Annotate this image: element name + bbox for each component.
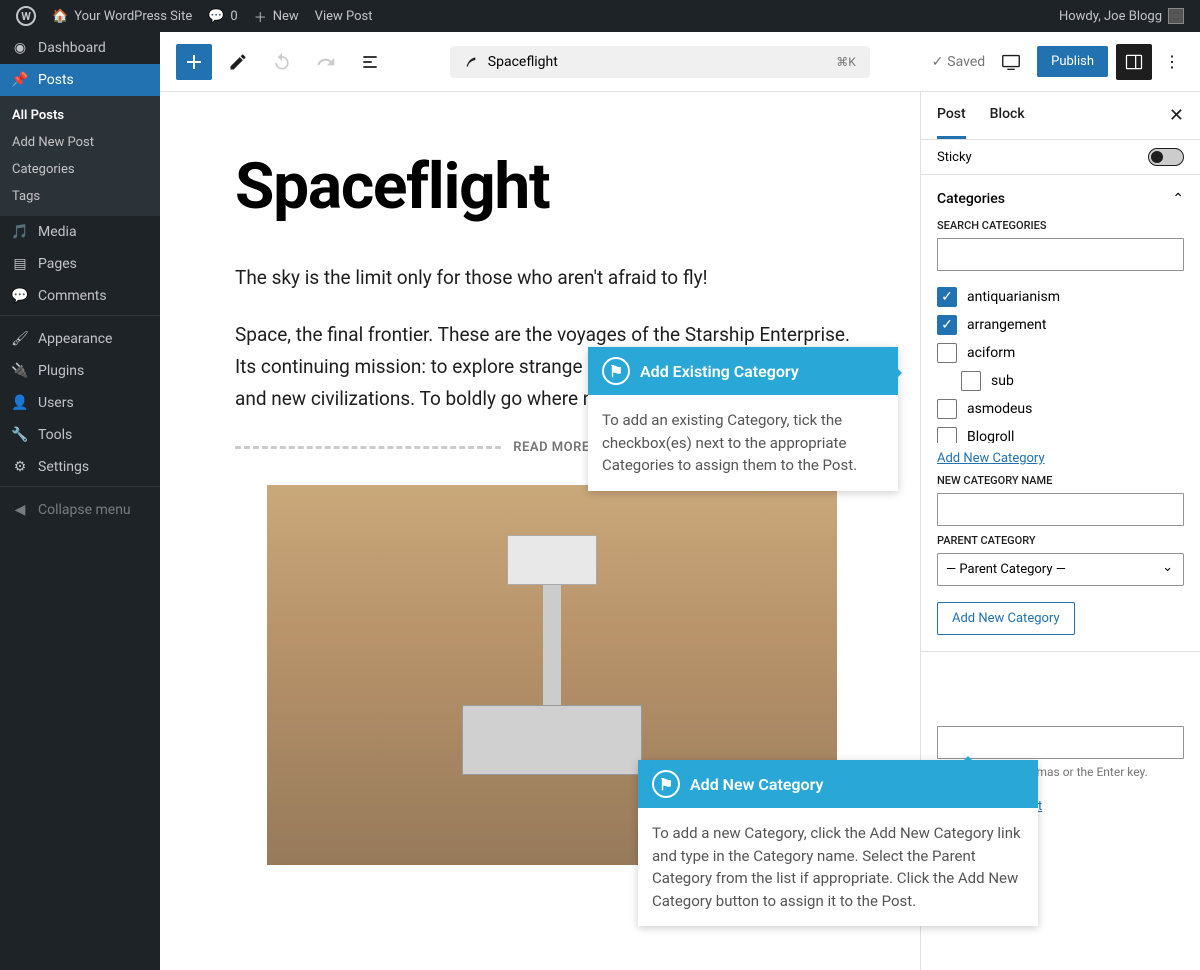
parent-category-label: PARENT CATEGORY	[937, 534, 1184, 547]
search-categories-input[interactable]	[937, 238, 1184, 271]
tab-block[interactable]: Block	[990, 92, 1025, 139]
add-block-button[interactable]	[176, 44, 212, 80]
sidebar-item-settings[interactable]: ⚙ Settings	[0, 451, 160, 483]
document-outline-button[interactable]	[352, 44, 388, 80]
chevron-up-icon: ⌃	[1172, 191, 1184, 207]
redo-button[interactable]	[308, 44, 344, 80]
home-icon: 🏠	[52, 9, 68, 24]
sliders-icon: ⚙	[10, 459, 30, 475]
sidebar-item-posts[interactable]: 📌 Posts	[0, 64, 160, 96]
close-settings-button[interactable]: ✕	[1169, 105, 1184, 126]
sidebar-item-plugins[interactable]: 🔌 Plugins	[0, 355, 160, 387]
admin-bar: W 🏠 Your WordPress Site 💬 0 ＋ New View P…	[0, 0, 1200, 32]
editor-toolbar: Spaceflight ⌘K ✓ Saved Publish ⋮	[160, 32, 1200, 92]
category-item: Blogroll	[937, 423, 1184, 443]
category-item: ✓ antiquarianism	[937, 283, 1184, 311]
flag-icon: ⚑	[652, 770, 680, 798]
new-link[interactable]: ＋ New	[246, 0, 307, 32]
avatar	[1168, 8, 1184, 24]
sticky-label: Sticky	[937, 150, 972, 165]
category-checkbox[interactable]	[937, 399, 957, 419]
new-category-label: NEW CATEGORY NAME	[937, 474, 1184, 487]
category-checkbox[interactable]: ✓	[937, 315, 957, 335]
comment-icon: 💬	[208, 9, 224, 24]
categories-panel: Categories ⌃ SEARCH CATEGORIES ✓ antiquar…	[921, 174, 1200, 651]
tooltip-add-existing-category: ⚑ Add Existing Category To add an existi…	[588, 347, 898, 491]
sidebar-sub-categories[interactable]: Categories	[0, 156, 160, 183]
category-label: Blogroll	[967, 429, 1014, 443]
category-item: aciform	[937, 339, 1184, 367]
saved-indicator: ✓ Saved	[932, 54, 986, 70]
sidebar-collapse[interactable]: ◀ Collapse menu	[0, 494, 160, 526]
parent-category-select[interactable]: — Parent Category —	[937, 553, 1184, 586]
category-label: arrangement	[967, 317, 1046, 333]
settings-tabs: Post Block ✕	[921, 92, 1200, 140]
category-checkbox[interactable]	[937, 343, 957, 363]
new-category-input[interactable]	[937, 493, 1184, 526]
add-new-category-link[interactable]: Add New Category	[937, 451, 1045, 466]
search-categories-label: SEARCH CATEGORIES	[937, 219, 1184, 232]
sidebar-sub-add-new[interactable]: Add New Post	[0, 129, 160, 156]
keyboard-shortcut: ⌘K	[836, 55, 856, 69]
site-name-link[interactable]: 🏠 Your WordPress Site	[44, 0, 200, 32]
category-label: sub	[991, 373, 1014, 389]
comments-link[interactable]: 💬 0	[200, 0, 246, 32]
sidebar-item-pages[interactable]: ▤ Pages	[0, 248, 160, 280]
comments-icon: 💬	[10, 288, 30, 304]
category-item: asmodeus	[937, 395, 1184, 423]
plug-icon: 🔌	[10, 363, 30, 379]
category-checkbox[interactable]	[961, 371, 981, 391]
sidebar-item-users[interactable]: 👤 Users	[0, 387, 160, 419]
more-options-button[interactable]: ⋮	[1160, 44, 1184, 80]
admin-sidebar: ◉ Dashboard 📌 Posts All Posts Add New Po…	[0, 32, 160, 970]
document-title-bar[interactable]: Spaceflight ⌘K	[450, 46, 870, 78]
leaf-icon	[464, 52, 480, 72]
collapse-icon: ◀	[10, 502, 30, 518]
post-title[interactable]: Spaceflight	[235, 152, 868, 222]
add-new-category-button[interactable]: Add New Category	[937, 602, 1075, 635]
sidebar-item-comments[interactable]: 💬 Comments	[0, 280, 160, 312]
sidebar-submenu-posts: All Posts Add New Post Categories Tags	[0, 96, 160, 216]
dashboard-icon: ◉	[10, 40, 30, 56]
settings-panel-toggle[interactable]	[1116, 44, 1152, 80]
pages-icon: ▤	[10, 256, 30, 272]
sidebar-sub-all-posts[interactable]: All Posts	[0, 102, 160, 129]
sidebar-item-dashboard[interactable]: ◉ Dashboard	[0, 32, 160, 64]
edit-mode-button[interactable]	[220, 44, 256, 80]
publish-button[interactable]: Publish	[1037, 46, 1108, 77]
post-paragraph[interactable]: The sky is the limit only for those who …	[235, 262, 868, 294]
categories-list: ✓ antiquarianism ✓ arrangement aciform sub asm…	[937, 283, 1184, 443]
wp-logo[interactable]: W	[8, 0, 44, 32]
media-icon: 🎵	[10, 224, 30, 240]
user-icon: 👤	[10, 395, 30, 411]
sidebar-item-appearance[interactable]: 🖌 Appearance	[0, 323, 160, 355]
category-label: aciform	[967, 345, 1015, 361]
view-post-link[interactable]: View Post	[307, 0, 381, 32]
tooltip-add-new-category: ⚑ Add New Category To add a new Category…	[638, 760, 1038, 926]
pin-icon: 📌	[10, 72, 30, 88]
user-greeting[interactable]: Howdy, Joe Blogg	[1051, 0, 1192, 32]
category-label: asmodeus	[967, 401, 1032, 417]
category-item: sub	[937, 367, 1184, 395]
category-label: antiquarianism	[967, 289, 1060, 305]
undo-button[interactable]	[264, 44, 300, 80]
preview-button[interactable]	[993, 44, 1029, 80]
flag-icon: ⚑	[602, 357, 630, 385]
category-checkbox[interactable]: ✓	[937, 287, 957, 307]
tab-post[interactable]: Post	[937, 92, 966, 139]
brush-icon: 🖌	[10, 331, 30, 347]
sidebar-item-media[interactable]: 🎵 Media	[0, 216, 160, 248]
plus-icon: ＋	[254, 7, 267, 26]
wrench-icon: 🔧	[10, 427, 30, 443]
category-item: ✓ arrangement	[937, 311, 1184, 339]
sticky-toggle[interactable]	[1148, 148, 1184, 166]
sidebar-item-tools[interactable]: 🔧 Tools	[0, 419, 160, 451]
check-icon: ✓	[932, 54, 944, 70]
category-checkbox[interactable]	[937, 427, 957, 443]
categories-panel-header[interactable]: Categories ⌃	[937, 191, 1184, 207]
sidebar-sub-tags[interactable]: Tags	[0, 183, 160, 210]
